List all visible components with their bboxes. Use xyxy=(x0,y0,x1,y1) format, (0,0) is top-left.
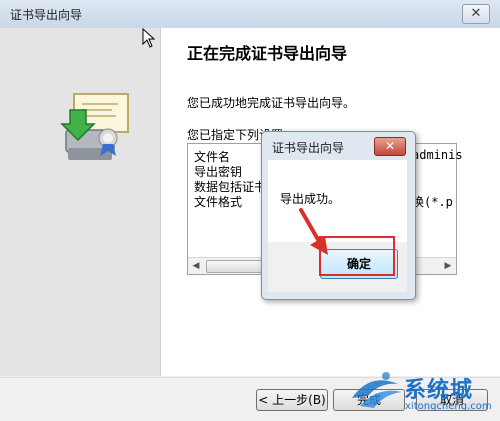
dialog-close-button[interactable]: ✕ xyxy=(374,137,406,156)
wizard-titlebar: 证书导出向导 ✕ xyxy=(0,0,500,29)
scroll-left-icon[interactable]: ◀ xyxy=(188,258,204,274)
wizard-close-button[interactable]: ✕ xyxy=(462,4,490,24)
dialog-title: 证书导出向导 xyxy=(272,141,345,155)
wizard-title: 证书导出向导 xyxy=(10,8,83,22)
page-title: 正在完成证书导出向导 xyxy=(187,44,348,63)
pointer-arrow-icon xyxy=(299,208,328,255)
scroll-right-icon[interactable]: ▶ xyxy=(440,258,456,274)
dialog-body: 导出成功。 xyxy=(268,160,407,242)
watermark-url: xitongcheng.com xyxy=(405,401,492,412)
watermark-brand: 系统城 xyxy=(404,378,474,403)
mouse-cursor-icon xyxy=(142,28,156,48)
completion-message: 您已成功地完成证书导出向导。 xyxy=(187,96,356,110)
back-button[interactable]: < 上一步(B) xyxy=(256,389,328,411)
wizard-banner xyxy=(0,28,161,376)
setting-value: 换(*.p xyxy=(412,195,453,209)
certificate-export-icon xyxy=(60,93,129,160)
setting-value: adminis xyxy=(412,148,463,162)
setting-name: 文件格式 xyxy=(194,195,243,209)
dialog-message: 导出成功。 xyxy=(280,192,341,206)
